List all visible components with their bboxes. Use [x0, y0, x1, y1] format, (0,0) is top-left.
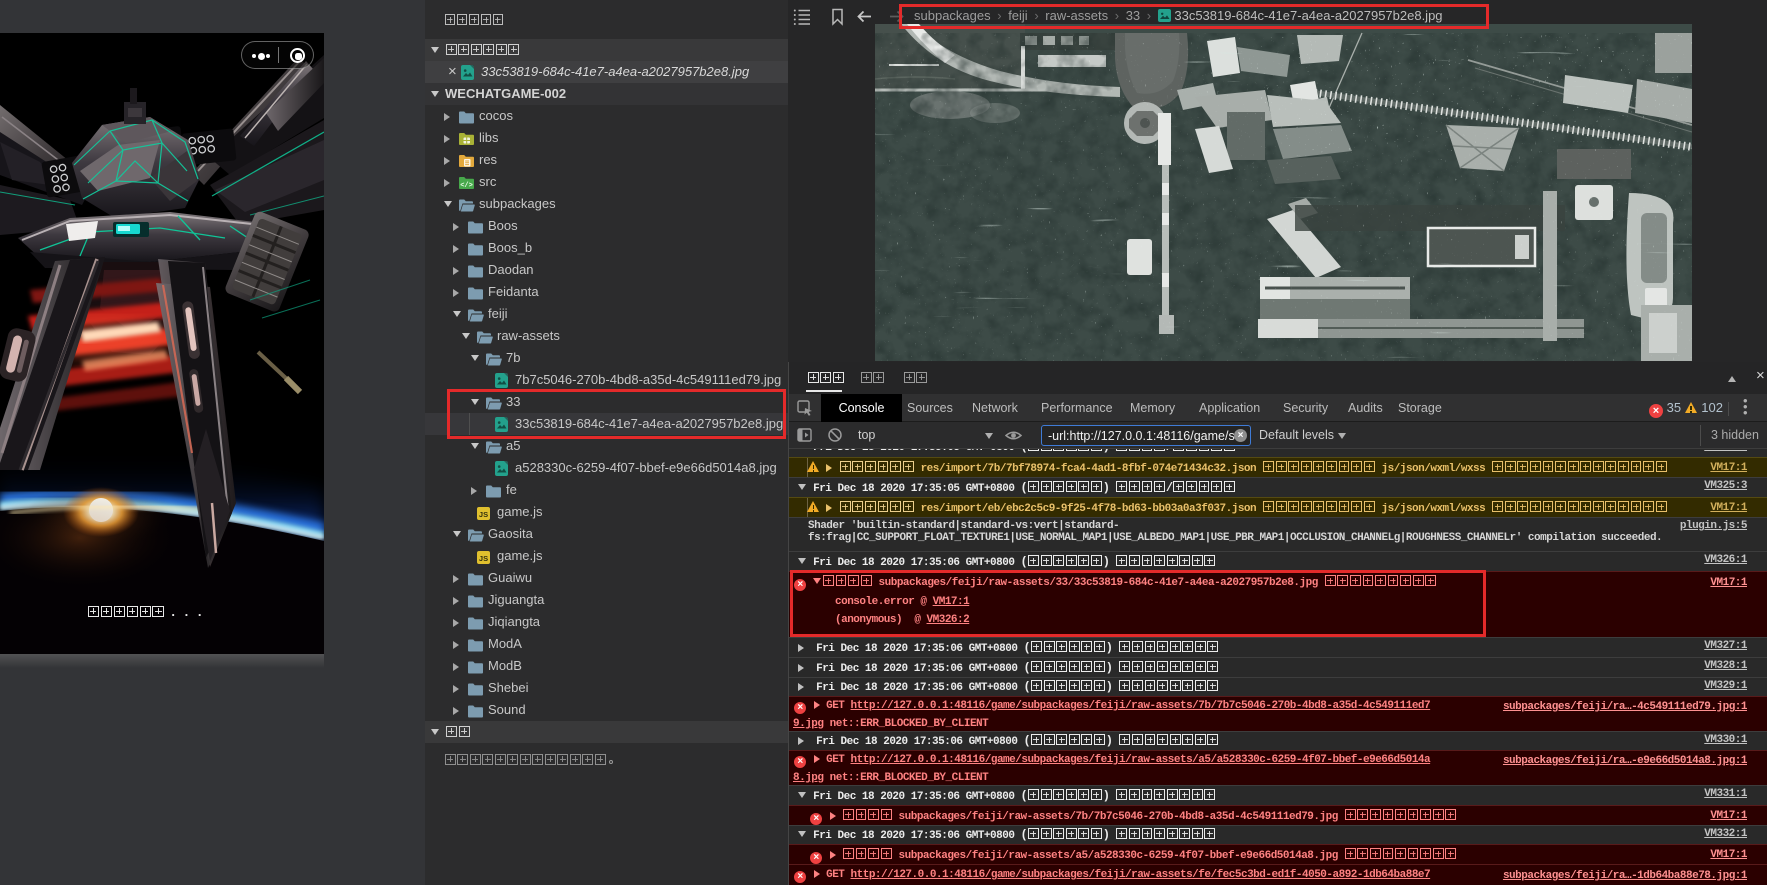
svg-text:</>: </> — [460, 182, 473, 190]
svg-text:JS: JS — [479, 554, 488, 563]
svg-text:JS: JS — [479, 510, 488, 519]
